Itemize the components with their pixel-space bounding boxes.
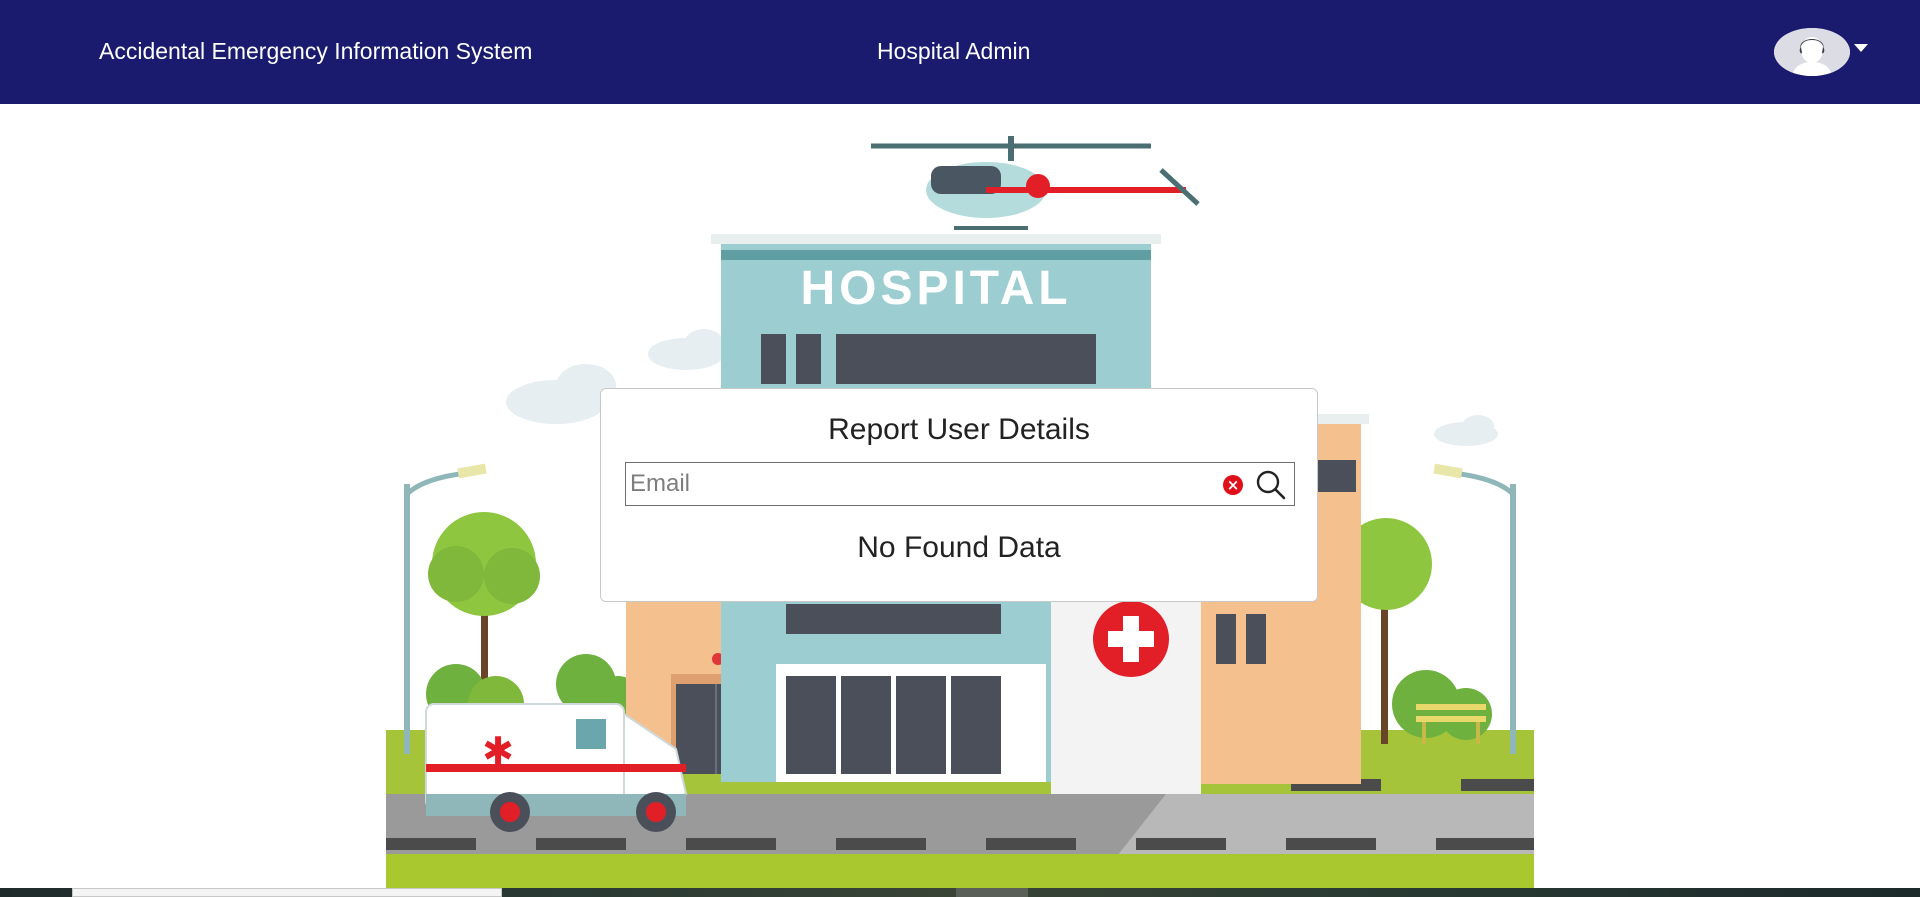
clear-icon[interactable]: × xyxy=(1223,475,1243,495)
taskbar-item[interactable] xyxy=(956,888,1028,897)
top-navbar: Accidental Emergency Information System … xyxy=(0,0,1920,104)
search-icon[interactable] xyxy=(1254,468,1288,502)
caret-down-icon[interactable] xyxy=(1854,44,1868,52)
taskbar-window-tab[interactable] xyxy=(72,888,502,897)
user-avatar-icon[interactable] xyxy=(1774,28,1850,76)
svg-text:✱: ✱ xyxy=(482,729,514,773)
email-search-box: × xyxy=(625,462,1295,506)
no-data-message: No Found Data xyxy=(857,531,1061,564)
report-user-details-dialog: Report User Details × No Found Data xyxy=(600,388,1318,602)
dialog-title: Report User Details xyxy=(828,413,1090,446)
user-role-label: Hospital Admin xyxy=(877,38,1031,64)
hospital-sign: HOSPITAL xyxy=(800,262,1071,315)
bottom-strip xyxy=(0,888,1920,897)
email-search-input[interactable] xyxy=(630,465,1210,503)
app-title[interactable]: Accidental Emergency Information System xyxy=(99,38,532,65)
